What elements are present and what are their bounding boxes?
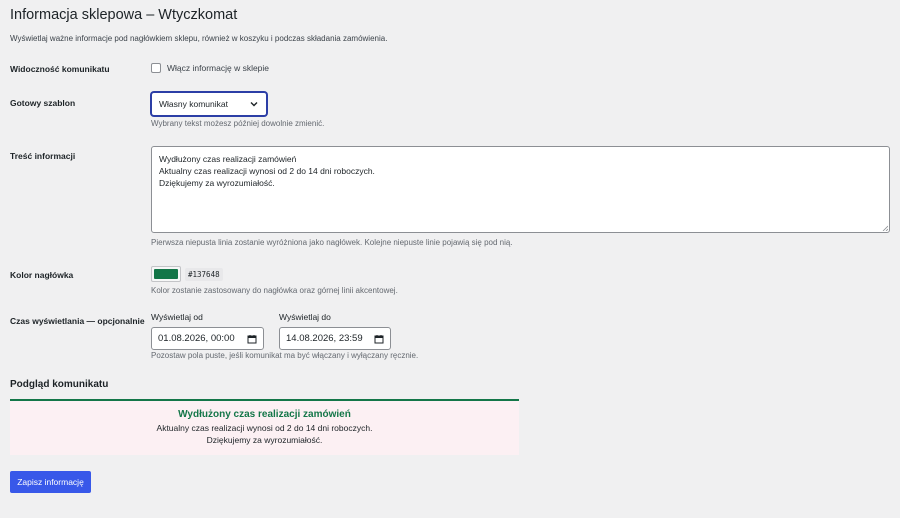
template-select-value: Własny komunikat [159,99,228,109]
visibility-checkbox-label[interactable]: Włącz informację w sklepie [167,63,269,73]
schedule-to-input[interactable]: 14.08.2026, 23:59 [279,327,391,350]
schedule-description: Pozostaw pola puste, jeśli komunikat ma … [151,351,419,360]
save-button[interactable]: Zapisz informację [10,471,91,493]
chevron-down-icon [250,102,258,107]
page-intro: Wyświetlaj ważne informacje pod nagłówki… [10,34,388,43]
content-label: Treść informacji [10,151,76,161]
visibility-label: Widoczność komunikatu [10,64,110,74]
template-select[interactable]: Własny komunikat [151,92,267,116]
color-swatch [154,269,178,279]
schedule-from-input[interactable]: 01.08.2026, 00:00 [151,327,264,350]
visibility-checkbox-row[interactable]: Włącz informację w sklepie [151,63,269,73]
content-line-2: Aktualny czas realizacji wynosi od 2 do … [159,166,375,176]
color-picker[interactable]: #137648 [151,266,223,282]
schedule-to: Wyświetlaj do 14.08.2026, 23:59 [279,312,391,350]
preview-line-2: Dziękujemy za wyrozumiałość. [206,435,323,445]
schedule-from-label: Wyświetlaj od [151,312,203,322]
color-label: Kolor nagłówka [10,270,74,280]
content-line-3: Dziękujemy za wyrozumiałość. [159,178,275,188]
color-description: Kolor zostanie zastosowany do nagłówka o… [151,286,398,295]
schedule-label: Czas wyświetlania — opcjonalnie [10,316,145,326]
calendar-icon[interactable] [374,334,384,344]
calendar-icon[interactable] [247,334,257,344]
preview-heading: Wydłużony czas realizacji zamówień [178,409,351,420]
resize-handle-icon[interactable] [882,225,888,231]
page-title: Informacja sklepowa – Wtyczkomat [10,7,238,23]
schedule-from: Wyświetlaj od 01.08.2026, 00:00 [151,312,264,350]
visibility-checkbox[interactable] [151,63,161,73]
template-description: Wybrany tekst możesz później dowolnie zm… [151,119,325,128]
schedule-from-value: 01.08.2026, 00:00 [158,333,235,344]
schedule-to-value: 14.08.2026, 23:59 [286,333,363,344]
preview-title: Podgląd komunikatu [10,379,109,390]
color-hex-value: #137648 [185,267,223,281]
content-textarea[interactable]: Wydłużony czas realizacji zamówień Aktua… [151,146,890,233]
preview-line-1: Aktualny czas realizacji wynosi od 2 do … [156,423,373,433]
schedule-to-label: Wyświetlaj do [279,312,331,322]
color-swatch-button[interactable] [151,266,181,282]
content-line-1: Wydłużony czas realizacji zamówień [159,154,297,164]
notice-preview: Wydłużony czas realizacji zamówień Aktua… [10,399,519,455]
template-label: Gotowy szablon [10,98,76,108]
content-description: Pierwsza niepusta linia zostanie wyróżni… [151,238,513,247]
